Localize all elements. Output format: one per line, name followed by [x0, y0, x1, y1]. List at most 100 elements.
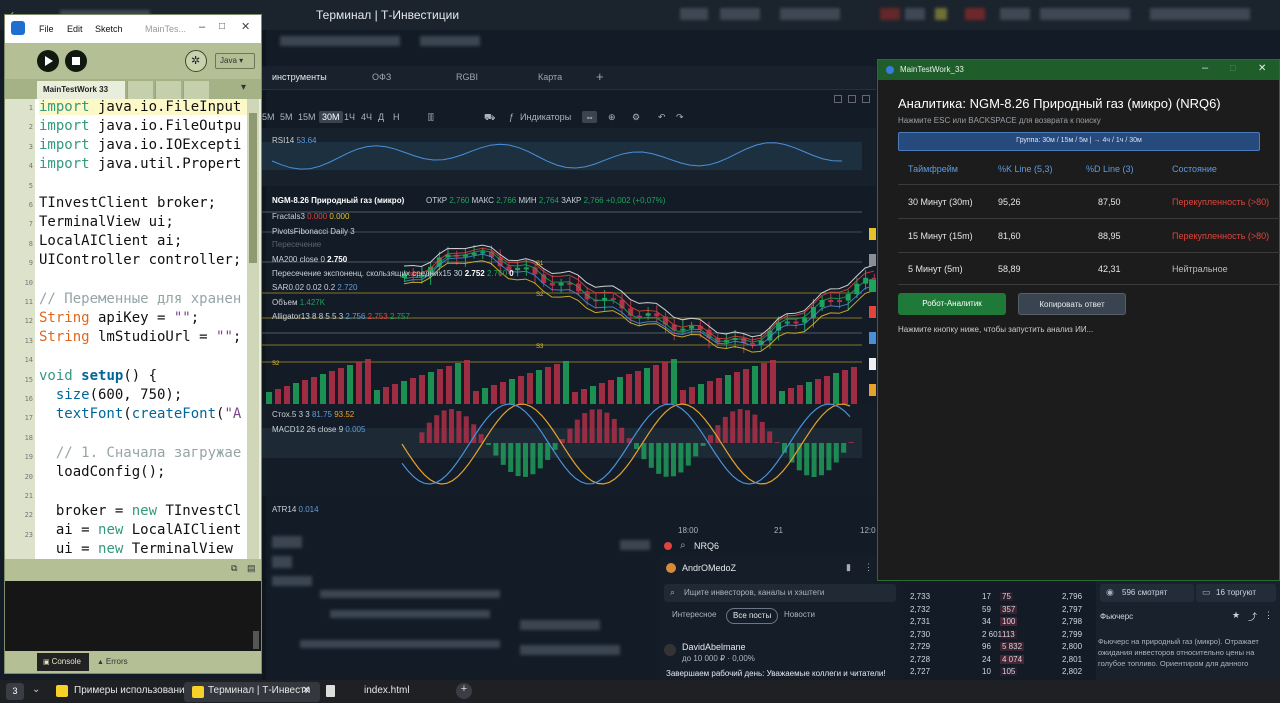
- scrollbar-thumb[interactable]: [249, 113, 257, 263]
- orderbook-row[interactable]: 2,727 10 105 2,802: [906, 667, 1092, 679]
- errors-tab[interactable]: ▲ Errors: [95, 653, 145, 671]
- ticker-search[interactable]: ⌕ NRQ6: [664, 540, 876, 554]
- chart-type-icon[interactable]: ⫿⫿: [428, 112, 434, 123]
- taskbar-item-terminal-active[interactable]: Терминал | Т-Инвести ✕: [184, 682, 320, 702]
- volume-bar: [752, 366, 758, 404]
- minimize-icon[interactable]: –: [199, 21, 205, 33]
- volume-bar: [635, 371, 641, 404]
- chevron-down-icon[interactable]: ⌄: [32, 684, 40, 695]
- minimize-icon[interactable]: [834, 95, 842, 103]
- taskbar-item-index[interactable]: index.html: [364, 685, 410, 696]
- indicators-icon[interactable]: ƒ: [509, 112, 514, 122]
- analytics-window: MainTestWork_33 – □ ✕ Аналитика: NGM-8.2…: [877, 59, 1280, 581]
- pivot-s2-label: S2: [536, 292, 544, 298]
- add-indicator-icon[interactable]: ⊕: [608, 112, 616, 123]
- clear-icon[interactable]: ▤: [247, 563, 256, 574]
- compare-icon[interactable]: ⇔: [582, 111, 597, 123]
- chart-canvas[interactable]: [262, 128, 876, 526]
- feed-search[interactable]: ⌕ Ищите инвесторов, каналы и хэштеги: [664, 584, 896, 602]
- volume-bar: [320, 374, 326, 404]
- taskbar-item-examples[interactable]: Примеры использовани: [74, 685, 185, 696]
- close-icon[interactable]: [862, 95, 870, 103]
- share-icon[interactable]: ⤴: [1248, 610, 1257, 623]
- volume-bar: [599, 383, 605, 404]
- maximize-icon[interactable]: [848, 95, 856, 103]
- sketch-tab[interactable]: MainTestWork 33: [37, 81, 125, 99]
- menu-edit[interactable]: Edit: [67, 24, 83, 34]
- volume-bar: [383, 387, 389, 404]
- volume-bar: [302, 380, 308, 404]
- orderbook-row[interactable]: 2,729 96 5 832 2,800: [906, 642, 1092, 654]
- more-icon[interactable]: ⋮: [1264, 610, 1273, 621]
- copy-icon[interactable]: ⧉: [231, 563, 237, 574]
- tab-rgbi[interactable]: RGBI: [456, 72, 478, 82]
- redo-icon[interactable]: ↷: [676, 112, 684, 123]
- volume-bar: [527, 373, 533, 404]
- close-icon[interactable]: ✕: [1258, 63, 1266, 74]
- timeframe-15m[interactable]: 15М: [298, 112, 316, 122]
- feed-user[interactable]: AndrOMedoZ: [682, 563, 736, 573]
- add-tab-button[interactable]: +: [596, 69, 604, 84]
- stop-button[interactable]: [65, 50, 87, 72]
- sketch-tab-blank[interactable]: [127, 81, 153, 99]
- timeframe-week[interactable]: Н: [393, 112, 400, 122]
- menu-file[interactable]: File: [39, 24, 54, 34]
- timeframe-1h[interactable]: 1Ч: [344, 112, 355, 122]
- feed-tab-interesting[interactable]: Интересное: [666, 608, 722, 624]
- orderbook-row[interactable]: 2,731 34 100 2,798: [906, 617, 1092, 629]
- bookmark-icon[interactable]: ▮: [846, 562, 851, 573]
- candle: [610, 297, 616, 300]
- menu-icon[interactable]: ⋮: [864, 562, 873, 573]
- cart-icon[interactable]: ⛟: [484, 112, 495, 124]
- chart-toolbar: 5М 5М 15М 30М 1Ч 4Ч Д Н ⫿⫿ ⛟ ƒ Индикатор…: [262, 106, 876, 128]
- console-scrollbar[interactable]: [253, 631, 259, 649]
- close-icon[interactable]: ✕: [241, 20, 250, 33]
- orderbook-row[interactable]: 2,728 24 4 074 2,801: [906, 654, 1092, 667]
- maximize-icon[interactable]: □: [1230, 63, 1235, 73]
- minimize-icon[interactable]: –: [1202, 62, 1208, 74]
- feed-tab-news[interactable]: Новости: [778, 608, 821, 624]
- timeframe-group-button[interactable]: Группа: 30м / 15м / 5м | → 4ч / 1ч / 30м: [898, 132, 1260, 151]
- timeframe-4h[interactable]: 4Ч: [361, 112, 372, 122]
- tab-ofz[interactable]: ОФЗ: [372, 72, 391, 82]
- mode-selector[interactable]: Java ▾: [215, 53, 255, 69]
- feed-search-placeholder: Ищите инвесторов, каналы и хэштеги: [684, 588, 825, 597]
- indicators-button[interactable]: Индикаторы: [520, 112, 571, 122]
- code-editor[interactable]: import java.io.FileInput import java.io.…: [35, 99, 247, 559]
- close-icon[interactable]: ✕: [302, 685, 310, 696]
- console-tab[interactable]: ▣ Console: [37, 653, 89, 671]
- timeframe-30m[interactable]: 30М: [319, 111, 343, 123]
- alligator-legend: Alligator13 8 8 5 5 3 2.756 2.753 2.757: [272, 312, 410, 321]
- sketch-tab-blank[interactable]: [183, 81, 209, 99]
- editor-scrollbar[interactable]: [247, 99, 259, 559]
- orderbook-row[interactable]: 2,730 2 601 113 2,799: [906, 629, 1092, 642]
- debug-button[interactable]: ✲: [185, 50, 207, 72]
- post-author[interactable]: DavidAbelmane: [682, 642, 746, 652]
- feed-tab-all[interactable]: Все посты: [726, 608, 779, 624]
- menu-sketch[interactable]: Sketch: [95, 24, 123, 34]
- timeframe-5m-alt[interactable]: 5М: [280, 112, 293, 122]
- maximize-icon[interactable]: □: [219, 21, 225, 32]
- ask-price: 2,798: [1062, 617, 1083, 626]
- workspace-badge[interactable]: 3: [6, 683, 24, 700]
- sketch-tab-blank[interactable]: [155, 81, 181, 99]
- tab-map[interactable]: Карта: [538, 72, 562, 82]
- orderbook-row[interactable]: 2,733 17 75 2,796: [906, 592, 1092, 604]
- copy-answer-button[interactable]: Копировать ответ: [1018, 293, 1126, 315]
- macd-histogram-bar: [663, 443, 669, 477]
- settings-icon[interactable]: ⚙: [632, 112, 640, 123]
- volume-bar: [284, 386, 290, 404]
- undo-icon[interactable]: ↶: [658, 112, 666, 123]
- robot-analyst-button[interactable]: Робот-Аналитик: [898, 293, 1006, 315]
- timeframe-day[interactable]: Д: [378, 112, 384, 122]
- tab-instruments[interactable]: инструменты: [272, 72, 327, 82]
- run-button[interactable]: [37, 50, 59, 72]
- tab-menu-icon[interactable]: ▾: [241, 82, 246, 93]
- add-tab-button[interactable]: +: [456, 683, 472, 699]
- code-line: ai = new LocalAIClient: [39, 522, 242, 538]
- star-icon[interactable]: ★: [1232, 610, 1240, 621]
- timeframe-5m[interactable]: 5М: [262, 112, 275, 122]
- search-text[interactable]: NRQ6: [694, 541, 719, 551]
- price-chart[interactable]: RSI14 53.64 NGM-8.26 Природный газ (микр…: [262, 128, 876, 526]
- orderbook-row[interactable]: 2,732 59 357 2,797: [906, 604, 1092, 617]
